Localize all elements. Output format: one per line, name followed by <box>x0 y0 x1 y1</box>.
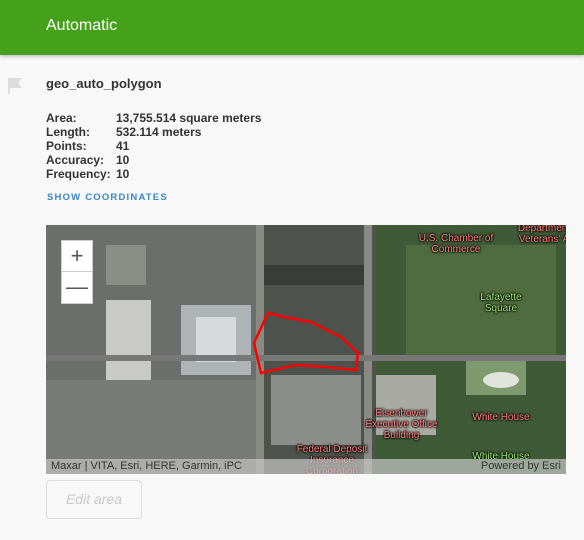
map-label-chamber: U.S. Chamber of Commerce <box>418 233 494 255</box>
attribution-text: Maxar | VITA, Esri, HERE, Garmin, iPC <box>51 460 242 472</box>
properties-list: Area: 13,755.514 square meters Length: 532… <box>46 111 261 181</box>
powered-by-esri[interactable]: Powered by Esri <box>481 460 561 473</box>
map-label-white-house: White House <box>472 412 530 423</box>
edit-area-button[interactable]: Edit area <box>46 480 142 519</box>
frequency-value: 10 <box>116 167 130 181</box>
zoom-in-button[interactable]: + <box>62 241 92 272</box>
accuracy-value: 10 <box>116 153 130 167</box>
map-label-veterans: Department Veterans' A <box>517 225 566 245</box>
satellite-imagery <box>46 225 566 474</box>
area-value: 13,755.514 square meters <box>116 111 262 125</box>
zoom-out-button[interactable]: — <box>62 272 92 303</box>
map-label-lafayette: Lafayette Square <box>480 292 522 314</box>
frequency-label: Frequency: <box>46 167 111 181</box>
item-title: geo_auto_polygon <box>46 76 162 91</box>
zoom-control: + — <box>61 240 93 304</box>
app-header: Automatic <box>0 0 584 55</box>
map-attribution: Maxar | VITA, Esri, HERE, Garmin, iPC Po… <box>46 459 566 474</box>
flag-icon <box>8 78 22 94</box>
map-view[interactable]: + — U.S. Chamber of Commerce Department … <box>46 225 566 474</box>
map-label-eisenhower: Eisenhower Executive Office Building <box>365 408 438 441</box>
show-coordinates-link[interactable]: SHOW COORDINATES <box>47 192 168 203</box>
accuracy-label: Accuracy: <box>46 153 105 167</box>
header-title: Automatic <box>46 17 118 34</box>
points-value: 41 <box>116 139 130 153</box>
length-label: Length: <box>46 125 90 139</box>
length-value: 532.114 meters <box>116 125 202 139</box>
points-label: Points: <box>46 139 87 153</box>
area-label: Area: <box>46 111 77 125</box>
